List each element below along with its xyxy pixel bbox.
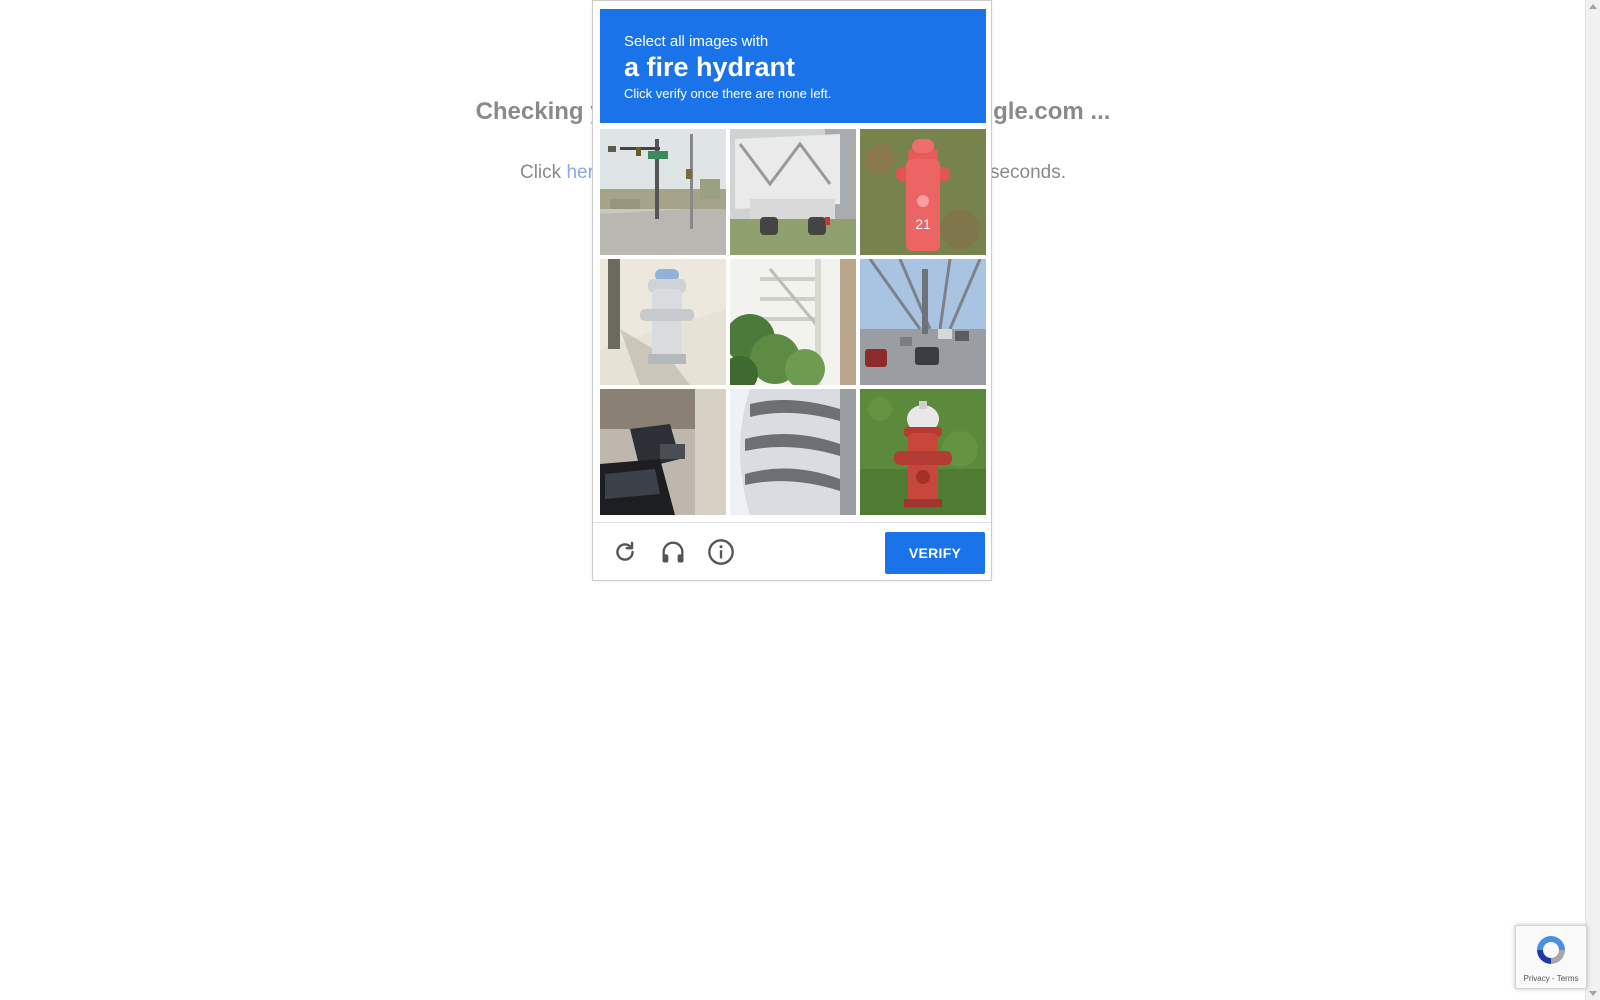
badge-links[interactable]: Privacy - Terms (1516, 974, 1586, 983)
info-icon[interactable] (707, 538, 735, 566)
recaptcha-badge[interactable]: Privacy - Terms (1515, 925, 1587, 989)
image-tile-7[interactable] (600, 389, 726, 515)
page-scrollbar[interactable] (1585, 0, 1600, 1000)
challenge-instruction: Click verify once there are none left. (624, 86, 832, 101)
hydrant-image: 21 (860, 129, 986, 255)
image-tile-9[interactable] (860, 389, 986, 515)
image-tile-1[interactable] (600, 129, 726, 255)
image-tile-6[interactable] (860, 259, 986, 385)
captcha-challenge: Select all images with a fire hydrant Cl… (592, 0, 992, 581)
headphones-icon[interactable] (659, 538, 687, 566)
recaptcha-logo-icon (1533, 932, 1569, 973)
building-image (730, 389, 856, 515)
challenge-header: Select all images with a fire hydrant Cl… (600, 9, 986, 123)
scroll-up-icon[interactable] (1589, 4, 1597, 9)
hydrant-image (600, 259, 726, 385)
verify-button[interactable]: VERIFY (885, 532, 985, 574)
footer-divider (593, 522, 991, 523)
street-image (600, 129, 726, 255)
scooter-image (600, 389, 726, 515)
challenge-prompt: Select all images with (624, 33, 769, 50)
image-grid: 21 (600, 129, 986, 515)
image-tile-3[interactable]: 21 (860, 129, 986, 255)
truck-image (730, 129, 856, 255)
redirect-prefix: Click (519, 162, 567, 183)
image-tile-5[interactable] (730, 259, 856, 385)
svg-text:21: 21 (915, 216, 931, 232)
hydrant-image (860, 389, 986, 515)
image-tile-8[interactable] (730, 389, 856, 515)
bridge-image (860, 259, 986, 385)
image-tile-4[interactable] (600, 259, 726, 385)
stairs-image (730, 259, 856, 385)
challenge-footer-icons (611, 538, 735, 566)
image-tile-2[interactable] (730, 129, 856, 255)
reload-icon[interactable] (611, 538, 639, 566)
challenge-target: a fire hydrant (624, 52, 796, 82)
scroll-down-icon[interactable] (1589, 991, 1597, 996)
